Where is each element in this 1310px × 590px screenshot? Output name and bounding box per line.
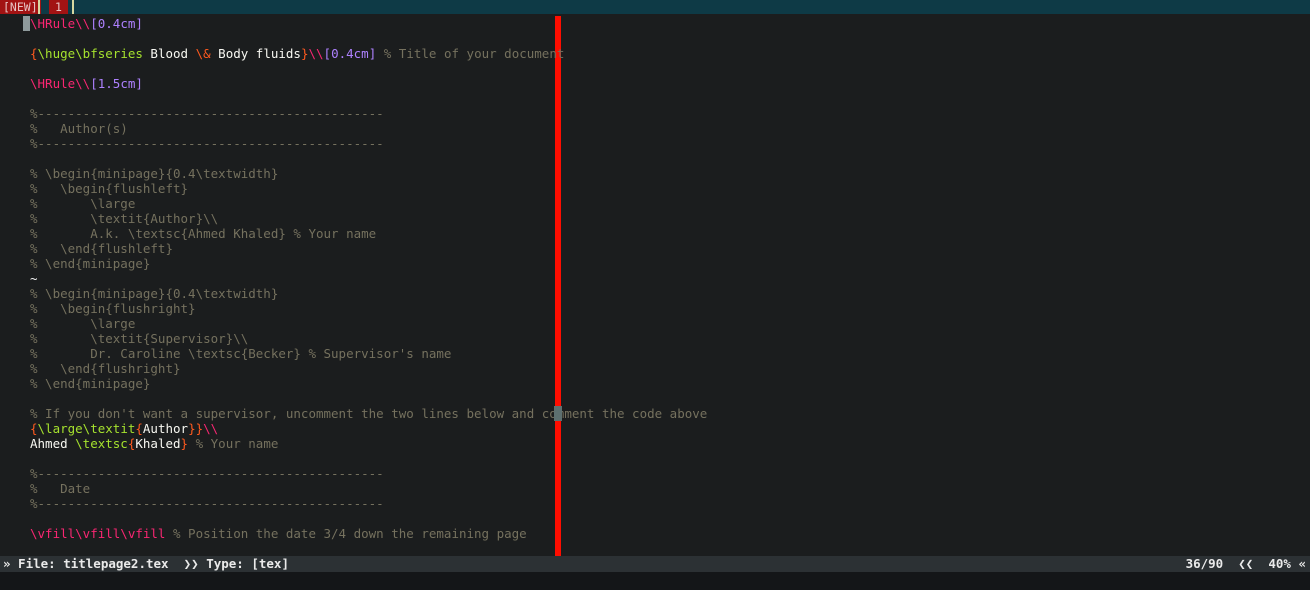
code-token: \textsc [75, 436, 128, 451]
code-token: % \begin{minipage}{0.4\textwidth} [30, 166, 279, 181]
code-token: % \begin{flushleft} [30, 181, 189, 196]
code-token: } [180, 436, 189, 451]
editor-buffer[interactable]: \HRule\\[0.4cm] {\huge\bfseries Blood \& … [0, 16, 1310, 556]
code-line[interactable]: %---------------------------------------… [30, 466, 384, 481]
code-token: % Author(s) [30, 121, 128, 136]
code-line[interactable]: {\large\textit{Author}}\\ [30, 421, 218, 436]
code-line[interactable]: \HRule\\[0.4cm] [30, 16, 143, 31]
code-token: \\ [308, 46, 324, 61]
code-token: ~ [30, 271, 38, 286]
code-token: \vfill\vfill\vfill [30, 526, 166, 541]
code-line[interactable]: %---------------------------------------… [30, 136, 384, 151]
code-line[interactable]: %---------------------------------------… [30, 496, 384, 511]
code-token: \& [195, 46, 211, 61]
code-line[interactable]: %---------------------------------------… [30, 106, 384, 121]
code-token: { [135, 421, 143, 436]
code-token: { [30, 46, 38, 61]
code-token: { [30, 421, 38, 436]
code-line[interactable]: \vfill\vfill\vfill % Position the date 3… [30, 526, 527, 541]
code-token: % \textit{Supervisor}\\ [30, 331, 249, 346]
code-token: }} [188, 421, 204, 436]
code-line[interactable]: % \textit{Author}\\ [30, 211, 218, 226]
code-token: Body fluids [210, 46, 301, 61]
code-token: [0.4cm] [90, 16, 143, 31]
code-line[interactable]: % If you don't want a supervisor, uncomm… [30, 406, 707, 421]
code-token: % Your name [188, 436, 279, 451]
tabline: [NEW] 1 [0, 0, 1310, 14]
code-token: \huge\bfseries [37, 46, 143, 61]
code-token: % \end{minipage} [30, 256, 151, 271]
code-line[interactable]: % \begin{flushleft} [30, 181, 188, 196]
code-token: % \large [30, 196, 136, 211]
tab-new-buffer[interactable]: [NEW] [0, 0, 41, 14]
code-token: % Dr. Caroline \textsc{Becker} % Supervi… [30, 346, 452, 361]
code-token: [0.4cm] [323, 46, 377, 61]
code-token: % Position the date 3/4 down the remaini… [165, 526, 527, 541]
code-token: % \begin{flushright} [30, 301, 196, 316]
code-token: % Date [30, 481, 91, 496]
code-line[interactable]: % \end{minipage} [30, 256, 150, 271]
code-line[interactable]: {\huge\bfseries Blood \& Body fluids}\\[… [30, 46, 564, 61]
code-line[interactable]: % \end{minipage} [30, 376, 150, 391]
code-token: \large\textit [37, 421, 136, 436]
status-position: 36/90 [1185, 556, 1224, 571]
code-token: % If you don't want a supervisor, uncomm… [30, 406, 708, 421]
code-line[interactable]: % Date [30, 481, 90, 496]
command-line[interactable] [0, 572, 1310, 590]
code-line[interactable]: % Dr. Caroline \textsc{Becker} % Supervi… [30, 346, 451, 361]
cursor-column-highlight [554, 406, 562, 421]
text-cursor [23, 16, 30, 31]
code-token: \\ [203, 421, 219, 436]
code-line[interactable]: % \end{flushright} [30, 361, 181, 376]
code-line[interactable]: % \begin{minipage}{0.4\textwidth} [30, 286, 278, 301]
code-token: % \end{flushright} [30, 361, 181, 376]
code-line[interactable]: % Author(s) [30, 121, 128, 136]
code-token: % Title of your document [376, 46, 565, 61]
tab-buffer-number[interactable]: 1 [49, 0, 68, 14]
code-token: %---------------------------------------… [30, 496, 384, 511]
code-token: %---------------------------------------… [30, 136, 384, 151]
code-token: [1.5cm] [90, 76, 143, 91]
status-type: ❯❯ Type: [tex] [168, 556, 289, 571]
code-token: \HRule\\ [30, 16, 91, 31]
code-token: %---------------------------------------… [30, 106, 384, 121]
code-line[interactable]: % \end{flushleft} [30, 241, 173, 256]
code-line[interactable]: % \large [30, 316, 135, 331]
code-line[interactable]: \HRule\\[1.5cm] [30, 76, 143, 91]
status-line: » File: titlepage2.tex ❯❯ Type: [tex] 36… [0, 556, 1310, 572]
code-token: % A.k. \textsc{Ahmed Khaled} % Your name [30, 226, 377, 241]
status-file: » File: titlepage2.tex [3, 556, 169, 571]
tab-separator [38, 0, 40, 14]
code-token: % \end{flushleft} [30, 241, 173, 256]
color-column-marker [555, 16, 561, 556]
code-token: Author [142, 421, 189, 436]
code-token: % \end{minipage} [30, 376, 151, 391]
code-token: % \textit{Author}\\ [30, 211, 219, 226]
code-token: %---------------------------------------… [30, 466, 384, 481]
code-token: Ahmed [30, 436, 76, 451]
tab-separator [72, 0, 74, 14]
code-token: Khaled [135, 436, 181, 451]
status-percent: ❮❮ 40% « [1223, 556, 1306, 571]
code-line[interactable]: % A.k. \textsc{Ahmed Khaled} % Your name [30, 226, 376, 241]
code-line[interactable]: % \begin{flushright} [30, 301, 196, 316]
code-token: \HRule\\ [30, 76, 91, 91]
code-token: % \begin{minipage}{0.4\textwidth} [30, 286, 279, 301]
code-token: Blood [142, 46, 196, 61]
code-line[interactable]: % \large [30, 196, 135, 211]
code-token: % \large [30, 316, 136, 331]
code-line[interactable]: ~ [30, 271, 38, 286]
code-line[interactable]: Ahmed \textsc{Khaled} % Your name [30, 436, 278, 451]
code-line[interactable]: % \begin{minipage}{0.4\textwidth} [30, 166, 278, 181]
code-line[interactable]: % \textit{Supervisor}\\ [30, 331, 248, 346]
